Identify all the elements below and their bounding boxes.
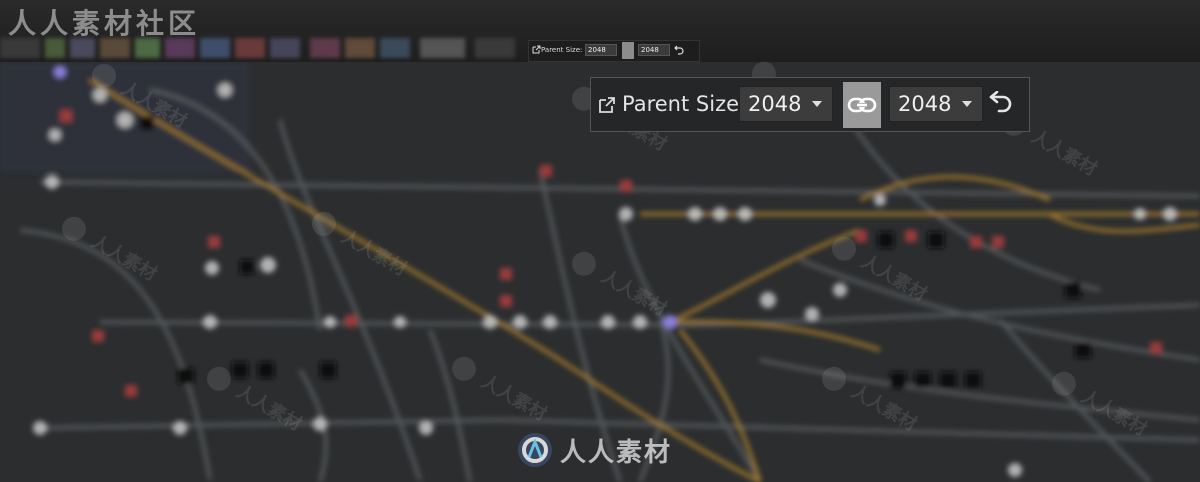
node-graph-canvas[interactable]: 人人素材社区 人人素材 人人素材 人人素材 人人素材 人人素材 人人素材 人人素…: [0, 0, 1200, 482]
chevron-down-icon: [962, 101, 972, 107]
height-dropdown[interactable]: 2048: [889, 86, 983, 122]
brand-logo: [518, 433, 552, 467]
node-graph-wires: [0, 62, 1200, 482]
parent-size-label-small: Parent Size:: [541, 46, 583, 54]
link-button-small[interactable]: [622, 42, 634, 59]
width-dropdown-small[interactable]: 2048: [585, 44, 617, 56]
external-link-icon[interactable]: [597, 95, 617, 115]
link-icon: [847, 97, 877, 113]
parent-size-label: Parent Size:: [622, 92, 747, 116]
width-dropdown[interactable]: 2048: [739, 86, 833, 122]
parent-size-panel: Parent Size: 2048 2048: [590, 77, 1030, 132]
width-value: 2048: [748, 92, 802, 116]
chevron-down-icon: [812, 101, 822, 107]
watermark-brand: 人人素材: [560, 438, 673, 468]
reset-icon[interactable]: [987, 91, 1017, 119]
external-link-icon[interactable]: [532, 45, 541, 54]
reset-icon[interactable]: [674, 44, 685, 55]
height-dropdown-small[interactable]: 2048: [638, 44, 670, 56]
height-value-small: 2048: [641, 46, 659, 54]
parent-size-toolbar-small: Parent Size: 2048 2048: [528, 40, 700, 62]
watermark-title: 人人素材社区: [8, 7, 201, 40]
width-value-small: 2048: [588, 46, 606, 54]
link-aspect-button[interactable]: [843, 82, 881, 128]
height-value: 2048: [898, 92, 952, 116]
